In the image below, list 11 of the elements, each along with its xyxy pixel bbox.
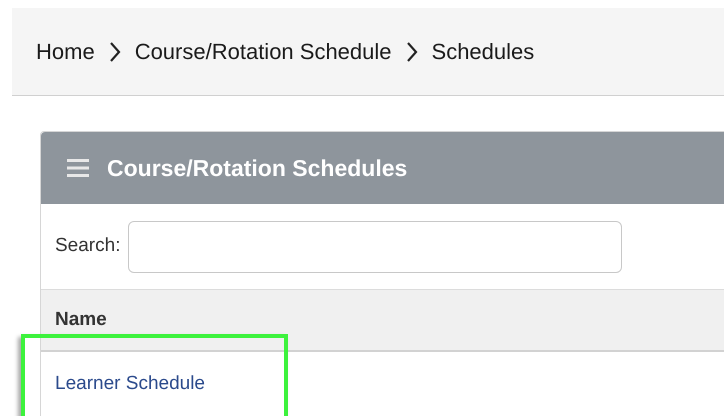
schedule-link[interactable]: Learner Schedule	[55, 370, 205, 398]
breadcrumb-link[interactable]: Home	[36, 35, 95, 68]
chevron-right-icon	[108, 40, 121, 62]
chevron-right-icon	[406, 40, 418, 62]
menu-icon[interactable]	[67, 158, 89, 178]
breadcrumb-link[interactable]: Schedules	[432, 35, 534, 68]
breadcrumb-link[interactable]: Course/Rotation Schedule	[134, 35, 392, 68]
panel-title: Course/Rotation Schedules	[107, 154, 408, 183]
column-header[interactable]: Name	[55, 306, 107, 334]
search-field[interactable]	[128, 220, 622, 272]
search-label: Search:	[55, 234, 120, 258]
